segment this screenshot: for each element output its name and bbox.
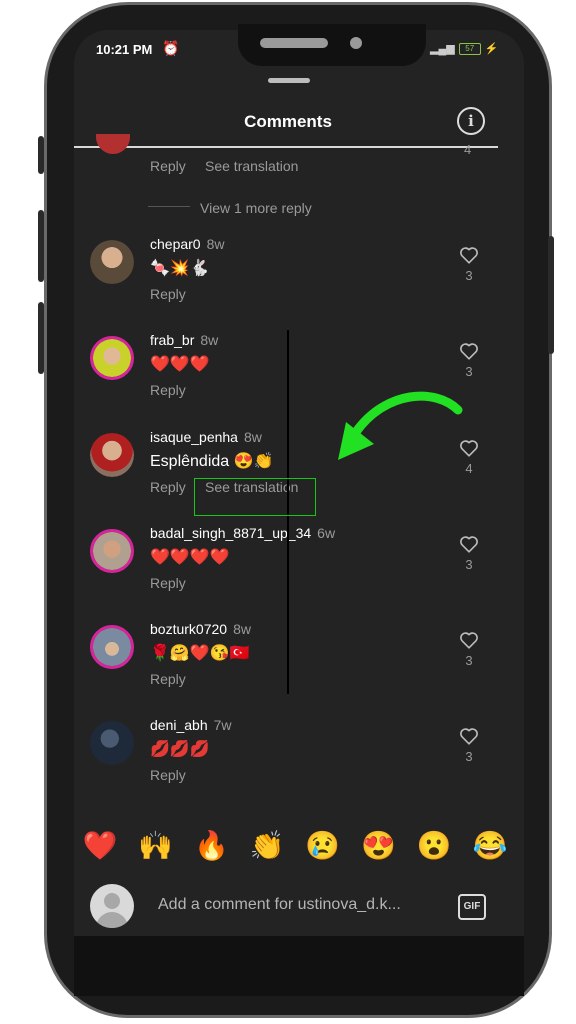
reaction-heart[interactable]: ❤️ (80, 826, 120, 866)
like-button[interactable]: 3 (458, 342, 480, 379)
like-count: 3 (465, 653, 473, 668)
like-button[interactable]: 3 (458, 535, 480, 572)
avatar-head (104, 893, 120, 909)
comment-text: ❤️❤️❤️ (150, 356, 210, 373)
comment-username[interactable]: bozturk0720 8w (150, 621, 251, 637)
phone-volume-down-button (38, 302, 44, 374)
comment-item: badal_singh_8871_up_34 6w ❤️❤️❤️❤️ Reply … (88, 525, 508, 605)
reaction-raised-hands[interactable]: 🙌 (136, 826, 176, 866)
alarm-icon: ⏰ (162, 40, 180, 56)
header-divider (74, 146, 498, 148)
like-count: 4 (464, 142, 472, 157)
annotation-highlight-box (194, 478, 316, 516)
reply-button[interactable]: Reply (150, 382, 186, 398)
reply-button[interactable]: Reply (150, 479, 186, 495)
heart-icon (460, 632, 478, 649)
comment-username[interactable]: badal_singh_8871_up_34 6w (150, 525, 335, 541)
like-count: 3 (465, 268, 473, 283)
see-translation-button[interactable]: See translation (205, 158, 298, 174)
view-more-divider (148, 206, 190, 207)
reply-button[interactable]: Reply (150, 286, 186, 302)
comment-input[interactable]: Add a comment for ustinova_d.k... (158, 896, 401, 914)
avatar[interactable] (90, 625, 134, 669)
reply-button[interactable]: Reply (150, 158, 186, 174)
avatar-image (93, 628, 131, 666)
username-text[interactable]: isaque_penha (150, 429, 238, 445)
drag-handle[interactable] (268, 78, 310, 83)
heart-icon (460, 728, 478, 745)
comment-item: chepar0 8w 🍬💥🐇 Reply 3 (88, 236, 508, 316)
comment-text: ❤️❤️❤️❤️ (150, 549, 230, 566)
status-icons: ▂▄▆ 57 ⚡ (430, 42, 498, 55)
reaction-clap[interactable]: 👏 (247, 826, 287, 866)
quick-reactions-bar: ❤️ 🙌 🔥 👏 😢 😍 😮 😂 (80, 826, 510, 866)
charging-icon: ⚡ (484, 43, 499, 55)
info-icon[interactable]: i (457, 107, 485, 135)
speaker (260, 38, 328, 48)
front-camera (350, 37, 362, 49)
comment-text: 💋💋💋 (150, 741, 210, 758)
comment-username[interactable]: deni_abh 7w (150, 717, 232, 733)
avatar-image (93, 532, 131, 570)
reaction-heart-eyes[interactable]: 😍 (359, 826, 399, 866)
battery-icon: 57 (458, 42, 481, 55)
heart-icon (460, 536, 478, 553)
avatar-image (90, 240, 134, 284)
phone-side-button (38, 136, 44, 174)
phone-power-button (548, 236, 554, 354)
reply-button[interactable]: Reply (150, 575, 186, 591)
comment-age: 7w (213, 717, 232, 733)
reply-button[interactable]: Reply (150, 767, 186, 783)
annotation-arrow-icon (338, 391, 463, 460)
comment-username[interactable]: frab_br 8w (150, 332, 218, 348)
comment-item: deni_abh 7w 💋💋💋 Reply 3 (88, 717, 508, 797)
heart-icon (460, 247, 478, 264)
avatar-image (90, 721, 134, 765)
screen-bottom-bar (74, 936, 524, 996)
comment-text: 🌹🤗❤️😘🇹🇷 (150, 645, 250, 662)
like-button[interactable]: 3 (458, 246, 480, 283)
avatar-body (96, 912, 128, 928)
status-time: 10:21 PM (96, 42, 153, 57)
comment-username[interactable]: isaque_penha 8w (150, 429, 262, 445)
avatar[interactable] (90, 336, 134, 380)
comment-text: 🍬💥🐇 (150, 260, 210, 277)
like-button[interactable]: 3 (458, 727, 480, 764)
page-title: Comments (244, 112, 332, 131)
username-text[interactable]: bozturk0720 (150, 621, 227, 637)
avatar[interactable] (90, 529, 134, 573)
username-text[interactable]: deni_abh (150, 717, 208, 733)
comment-age: 8w (206, 236, 225, 252)
like-button[interactable]: 3 (458, 631, 480, 668)
username-text[interactable]: frab_br (150, 332, 194, 348)
comment-composer: Add a comment for ustinova_d.k... GIF (74, 876, 524, 936)
comment-age: 6w (317, 525, 336, 541)
reaction-crying[interactable]: 😢 (303, 826, 343, 866)
reaction-fire[interactable]: 🔥 (191, 826, 231, 866)
reaction-surprised[interactable]: 😮 (414, 826, 454, 866)
comment-text: Esplêndida 😍👏 (150, 453, 274, 470)
comment-item: bozturk0720 8w 🌹🤗❤️😘🇹🇷 Reply 3 (88, 621, 508, 701)
phone-volume-up-button (38, 210, 44, 282)
my-avatar (90, 884, 134, 928)
like-count: 3 (465, 364, 473, 379)
comment-age: 8w (243, 429, 262, 445)
like-count: 3 (465, 749, 473, 764)
reply-button[interactable]: Reply (150, 671, 186, 687)
signal-icon: ▂▄▆ (430, 43, 455, 55)
like-count: 3 (465, 557, 473, 572)
comment-age: 8w (200, 332, 219, 348)
comment-age: 8w (233, 621, 251, 637)
heart-icon (460, 343, 478, 360)
avatar[interactable] (90, 721, 134, 765)
username-text[interactable]: chepar0 (150, 236, 201, 252)
avatar[interactable] (90, 240, 134, 284)
comment-username[interactable]: chepar0 8w (150, 236, 225, 252)
reaction-laughing[interactable]: 😂 (470, 826, 510, 866)
avatar-image (90, 433, 134, 477)
view-more-replies-button[interactable]: View 1 more reply (200, 200, 312, 216)
avatar-image (93, 339, 131, 377)
avatar[interactable] (90, 433, 134, 477)
gif-button[interactable]: GIF (458, 894, 486, 920)
